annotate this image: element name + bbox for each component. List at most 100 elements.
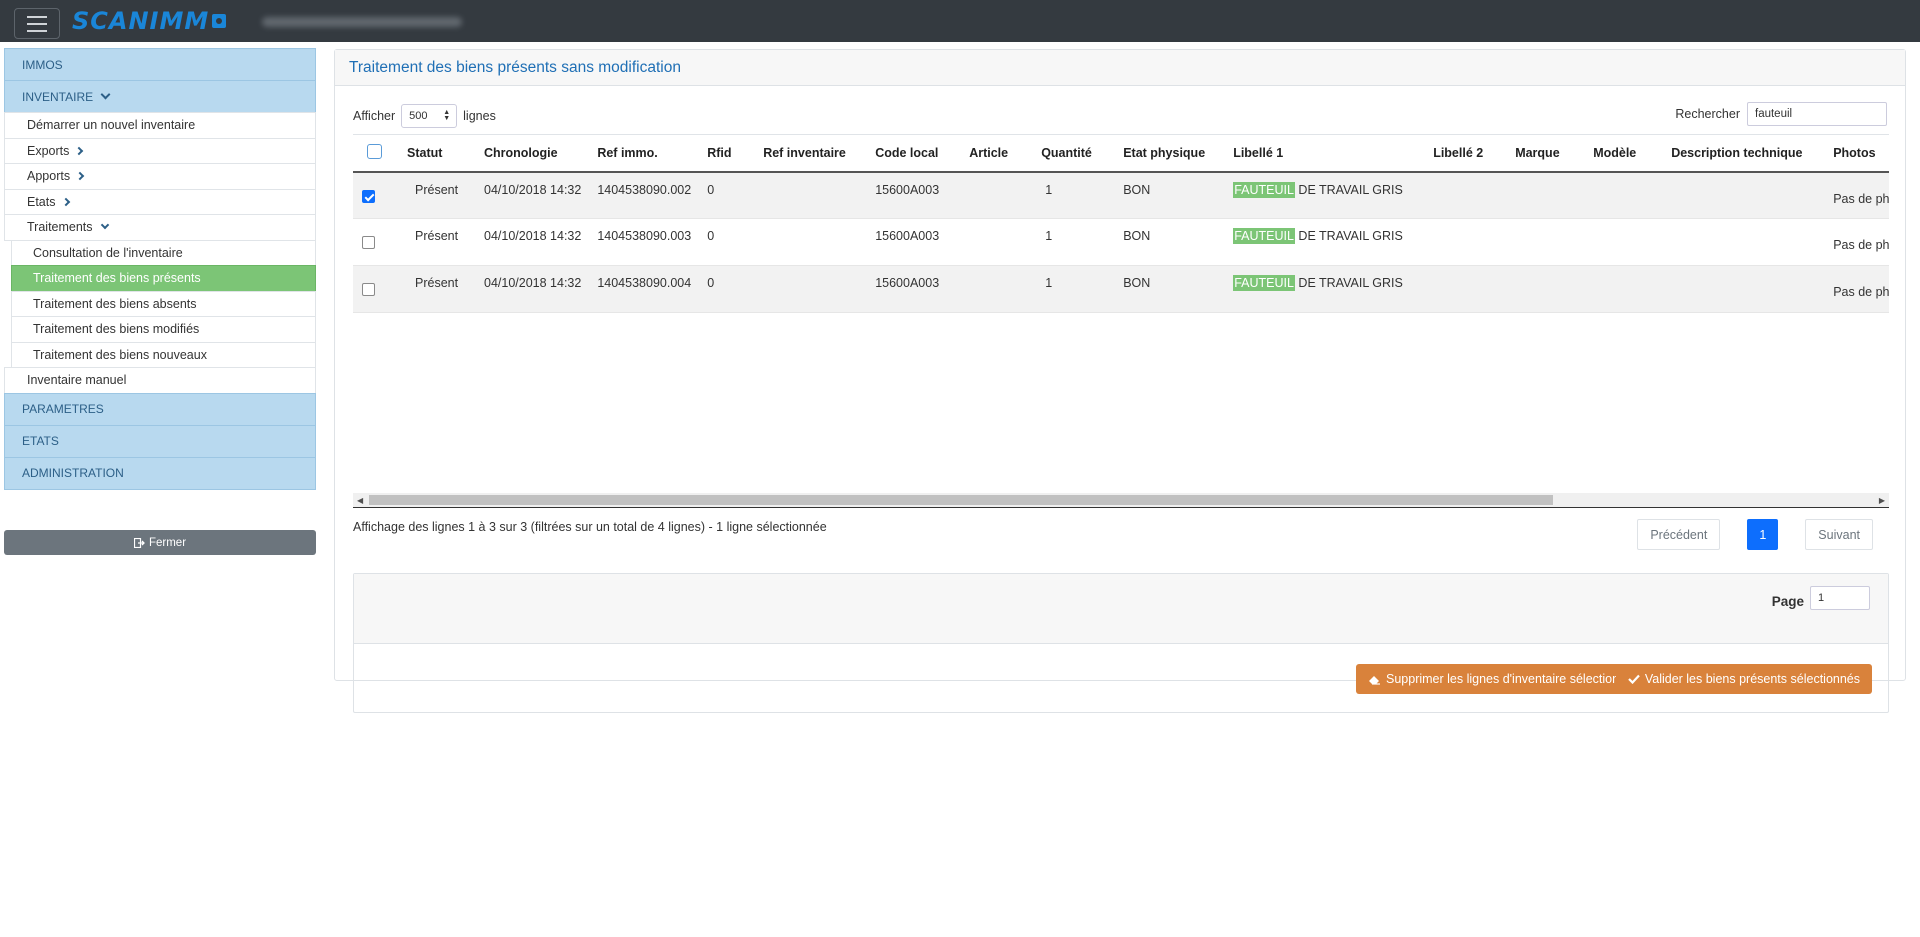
select-all-checkbox[interactable] [367, 144, 382, 160]
cell-description [1663, 171, 1826, 219]
col-header-code-local[interactable]: Code local [867, 134, 962, 173]
row-checkbox[interactable] [362, 283, 375, 296]
col-header-libelle-2[interactable]: Libellé 2 [1425, 134, 1508, 173]
search-input-value: fauteuil [1755, 108, 1793, 120]
search-input[interactable]: fauteuil [1747, 102, 1887, 126]
cell-marque [1507, 265, 1586, 313]
sidebar-item-etats[interactable]: Etats [4, 188, 316, 215]
sidebar-item-inventaire-manuel[interactable]: Inventaire manuel [4, 367, 316, 394]
horizontal-scrollbar[interactable]: ◀ ▶ [353, 493, 1889, 507]
cell-article [961, 171, 1034, 219]
cell-photos: Pas de phot [1825, 218, 1889, 266]
cell-libelle-2 [1425, 265, 1508, 313]
validate-selected-button[interactable]: Valider les biens présents sélectionnés [1615, 664, 1872, 694]
col-header-chronologie[interactable]: Chronologie [476, 134, 590, 173]
cell-ref-immo: 1404538090.002 [589, 171, 700, 219]
col-header-ref-immo[interactable]: Ref immo. [589, 134, 700, 173]
cell-ref-inventaire [755, 265, 868, 313]
sidebar-item-demarrer[interactable]: Démarrer un nouvel inventaire [4, 112, 316, 139]
sidebar-item-consultation[interactable]: Consultation de l'inventaire [11, 239, 316, 266]
col-header-modele[interactable]: Modèle [1585, 134, 1664, 173]
sidebar-item-biens-absents[interactable]: Traitement des biens absents [11, 290, 316, 317]
libelle-rest: DE TRAVAIL GRIS [1294, 229, 1403, 243]
hamburger-icon [27, 22, 47, 25]
sidebar-section-immos[interactable]: IMMOS [4, 48, 316, 81]
delete-selected-button[interactable]: Supprimer les lignes d'inventaire sélect… [1356, 664, 1659, 694]
page-label: Page [1771, 594, 1804, 609]
cell-modele [1585, 218, 1664, 266]
close-button[interactable]: Fermer [4, 530, 316, 555]
brand-logo[interactable]: SCANIMM [72, 7, 227, 35]
cell-modele [1585, 265, 1664, 313]
sidebar-section-administration[interactable]: ADMINISTRATION [4, 456, 316, 490]
cell-quantite: 1 [1033, 265, 1116, 313]
col-header-marque[interactable]: Marque [1507, 134, 1586, 173]
pagination-next-button[interactable]: Suivant [1805, 519, 1873, 550]
sidebar-item-biens-modifies[interactable]: Traitement des biens modifiés [11, 316, 316, 343]
scrollbar-thumb[interactable] [369, 495, 1553, 505]
sidebar-section-label: INVENTAIRE [22, 89, 94, 104]
row-select-cell [353, 218, 399, 266]
table-header-row: Statut Chronologie Ref immo. Rfid Ref in… [353, 134, 1889, 173]
chevron-down-icon [100, 89, 111, 100]
cell-etat-physique: BON [1115, 171, 1226, 219]
page-length-select[interactable]: 500 ▲ ▼ [401, 104, 458, 128]
sidebar-item-label: Apports [27, 169, 71, 184]
sidebar-item-label: Etats [27, 194, 56, 209]
chevron-right-icon [75, 146, 84, 155]
search-highlight: FAUTEUIL [1233, 181, 1295, 198]
search-highlight: FAUTEUIL [1233, 228, 1295, 244]
search-label: Rechercher [1675, 107, 1740, 121]
table-container: Statut Chronologie Ref immo. Rfid Ref in… [353, 134, 1889, 508]
cell-libelle-1: FAUTEUIL DE TRAVAIL GRIS [1225, 171, 1426, 219]
pagination-previous-button[interactable]: Précédent [1637, 519, 1721, 550]
menu-toggle-button[interactable] [14, 8, 60, 39]
cell-rfid: 0 [699, 218, 756, 266]
col-header-ref-inventaire[interactable]: Ref inventaire [755, 134, 868, 173]
scroll-left-icon[interactable]: ◀ [357, 496, 363, 505]
cell-code-local: 15600A003 [867, 171, 962, 219]
sidebar-section-label: IMMOS [22, 57, 63, 72]
col-header-libelle-1[interactable]: Libellé 1 [1225, 134, 1426, 173]
cell-statut: Présent [399, 218, 476, 266]
sign-out-icon [133, 537, 145, 548]
table-row[interactable]: Présent 04/10/2018 14:32 1404538090.003 … [353, 218, 1889, 266]
col-header-article[interactable]: Article [961, 134, 1034, 173]
col-header-rfid[interactable]: Rfid [699, 134, 756, 173]
cell-libelle-1: FAUTEUIL DE TRAVAIL GRIS [1225, 218, 1426, 266]
col-header-etat-physique[interactable]: Etat physique [1115, 134, 1226, 173]
sidebar-item-label: Inventaire manuel [27, 373, 127, 388]
row-select-cell [353, 265, 399, 313]
pagination-page-button[interactable]: 1 [1747, 519, 1779, 550]
sort-arrows-icon: ▲ ▼ [443, 109, 451, 122]
sidebar-item-exports[interactable]: Exports [4, 137, 316, 164]
check-icon [1628, 674, 1640, 684]
cell-chronologie: 04/10/2018 14:32 [476, 218, 590, 266]
sidebar-item-biens-nouveaux[interactable]: Traitement des biens nouveaux [11, 341, 316, 368]
sidebar-item-biens-presents[interactable]: Traitement des biens présents [11, 265, 316, 292]
sidebar-item-label: Traitements [27, 220, 93, 235]
row-checkbox[interactable] [362, 189, 375, 203]
show-prefix-label: Afficher [353, 109, 396, 123]
row-checkbox[interactable] [362, 236, 375, 249]
cell-marque [1507, 171, 1586, 219]
col-header-statut[interactable]: Statut [399, 134, 476, 173]
sidebar-section-label: ADMINISTRATION [22, 466, 124, 480]
table-row[interactable]: Présent 04/10/2018 14:32 1404538090.004 … [353, 265, 1889, 313]
cell-description [1663, 218, 1826, 266]
cell-description [1663, 265, 1826, 313]
sidebar-section-inventaire[interactable]: INVENTAIRE [4, 80, 316, 113]
page-number-input[interactable]: 1 [1810, 586, 1870, 610]
scroll-right-icon[interactable]: ▶ [1879, 496, 1885, 505]
col-header-quantite[interactable]: Quantité [1033, 134, 1116, 173]
col-header-photos[interactable]: Photos [1825, 134, 1889, 173]
cell-rfid: 0 [699, 171, 756, 219]
hamburger-icon [27, 29, 47, 32]
sidebar-section-parametres[interactable]: PARAMETRES [4, 392, 316, 426]
table-row[interactable]: Présent 04/10/2018 14:32 1404538090.002 … [353, 171, 1889, 219]
col-header-description[interactable]: Description technique [1663, 134, 1826, 173]
sidebar-item-label: Traitement des biens présents [33, 271, 201, 286]
sidebar-item-apports[interactable]: Apports [4, 163, 316, 190]
sidebar-section-etats[interactable]: ETATS [4, 424, 316, 458]
sidebar-item-traitements[interactable]: Traitements [4, 214, 316, 241]
